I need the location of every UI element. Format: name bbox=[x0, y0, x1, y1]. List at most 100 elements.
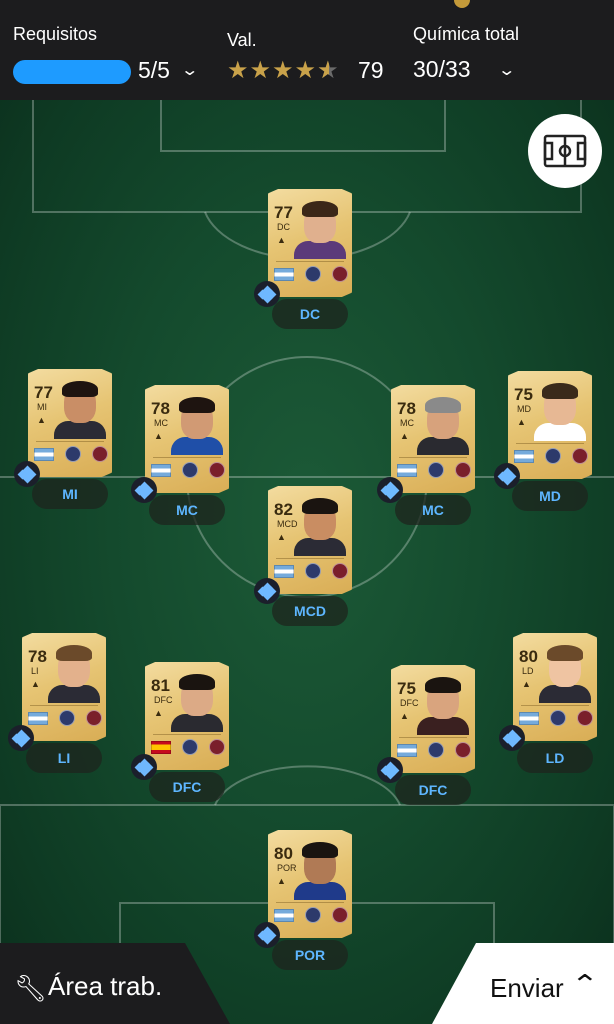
player-shirt bbox=[534, 423, 586, 441]
position-label[interactable]: MC bbox=[395, 495, 471, 525]
card-icons bbox=[274, 906, 348, 924]
player-card[interactable]: 75 DFC ▲ bbox=[391, 665, 475, 773]
player-card[interactable]: 82 MCD ▲ bbox=[268, 486, 352, 594]
club-badge-icon bbox=[209, 739, 225, 755]
position-label[interactable]: LD bbox=[517, 743, 593, 773]
rating-value: 79 bbox=[358, 57, 384, 83]
card-divider bbox=[30, 705, 98, 706]
nation-flag-icon bbox=[274, 267, 294, 281]
player-rating: 80 bbox=[274, 844, 293, 863]
nation-flag-icon bbox=[274, 564, 294, 578]
wrench-icon: 🔧︎ bbox=[14, 973, 48, 1003]
chemistry-value[interactable]: 30/33 bbox=[413, 56, 471, 83]
player-card[interactable]: 78 MC ▲ bbox=[145, 385, 229, 493]
player-hair bbox=[425, 677, 461, 693]
requirements-value[interactable]: 5/5 bbox=[138, 57, 170, 84]
boot-icon: ▲ bbox=[517, 417, 526, 427]
league-badge-icon bbox=[428, 462, 444, 478]
nation-flag-icon bbox=[151, 463, 171, 477]
position-label[interactable]: MCD bbox=[272, 596, 348, 626]
player-card[interactable]: 78 LI ▲ bbox=[22, 633, 106, 741]
league-badge-icon bbox=[550, 710, 566, 726]
position-label[interactable]: MI bbox=[32, 479, 108, 509]
player-photo bbox=[294, 842, 346, 900]
player-hair bbox=[547, 645, 583, 661]
boot-icon: ▲ bbox=[31, 679, 40, 689]
player-card[interactable]: 80 POR ▲ bbox=[268, 830, 352, 938]
player-rating: 80 bbox=[519, 647, 538, 666]
card-divider bbox=[399, 737, 467, 738]
position-label[interactable]: DC bbox=[272, 299, 348, 329]
player-photo bbox=[417, 677, 469, 735]
player-card[interactable]: 77 DC ▲ bbox=[268, 189, 352, 297]
player-card[interactable]: 77 MI ▲ bbox=[28, 369, 112, 477]
club-badge-icon bbox=[572, 448, 588, 464]
rating-stars: ★★★★★ bbox=[227, 56, 340, 85]
position-label[interactable]: DFC bbox=[395, 775, 471, 805]
player-photo bbox=[171, 674, 223, 732]
club-badge-icon bbox=[455, 742, 471, 758]
player-shirt bbox=[294, 882, 346, 900]
player-hair bbox=[302, 842, 338, 858]
player-hair bbox=[56, 645, 92, 661]
card-divider bbox=[276, 902, 344, 903]
send-label: Enviar bbox=[490, 973, 564, 1003]
player-position-card: LD bbox=[522, 666, 534, 676]
league-badge-icon bbox=[59, 710, 75, 726]
position-label[interactable]: MC bbox=[149, 495, 225, 525]
player-card[interactable]: 81 DFC ▲ bbox=[145, 662, 229, 770]
player-rating: 75 bbox=[397, 679, 416, 698]
player-hair bbox=[425, 397, 461, 413]
card-icons bbox=[34, 445, 108, 463]
card-divider bbox=[276, 558, 344, 559]
card-icons bbox=[514, 447, 588, 465]
formation-button[interactable] bbox=[528, 114, 602, 188]
player-position-card: MD bbox=[517, 404, 531, 414]
player-rating: 82 bbox=[274, 500, 293, 519]
position-label[interactable]: MD bbox=[512, 481, 588, 511]
card-divider bbox=[153, 734, 221, 735]
star-half-icon: ★ bbox=[317, 56, 340, 85]
chevron-down-icon[interactable]: ⌄ bbox=[497, 60, 516, 80]
club-badge-icon bbox=[455, 462, 471, 478]
position-label[interactable]: POR bbox=[272, 940, 348, 970]
formation-icon bbox=[543, 134, 587, 168]
player-shirt bbox=[417, 717, 469, 735]
player-position-card: LI bbox=[31, 666, 39, 676]
chevron-down-icon[interactable]: ⌄ bbox=[180, 60, 199, 80]
position-label[interactable]: DFC bbox=[149, 772, 225, 802]
player-hair bbox=[62, 381, 98, 397]
requirements-progress-bar[interactable] bbox=[13, 60, 131, 84]
player-hair bbox=[302, 201, 338, 217]
club-badge-icon bbox=[577, 710, 593, 726]
player-photo bbox=[54, 381, 106, 439]
club-badge-icon bbox=[209, 462, 225, 478]
player-shirt bbox=[54, 421, 106, 439]
player-position-card: MC bbox=[400, 418, 414, 428]
player-card[interactable]: 75 MD ▲ bbox=[508, 371, 592, 479]
club-badge-icon bbox=[86, 710, 102, 726]
player-rating: 77 bbox=[274, 203, 293, 222]
player-card[interactable]: 78 MC ▲ bbox=[391, 385, 475, 493]
nation-flag-icon bbox=[28, 711, 48, 725]
boot-icon: ▲ bbox=[277, 532, 286, 542]
boot-icon: ▲ bbox=[277, 876, 286, 886]
position-label[interactable]: LI bbox=[26, 743, 102, 773]
star-icon: ★ bbox=[294, 57, 318, 84]
player-rating: 78 bbox=[28, 647, 47, 666]
player-rating: 77 bbox=[34, 383, 53, 402]
card-icons bbox=[151, 738, 225, 756]
card-icons bbox=[274, 562, 348, 580]
player-card[interactable]: 80 LD ▲ bbox=[513, 633, 597, 741]
player-rating: 78 bbox=[397, 399, 416, 418]
player-rating: 78 bbox=[151, 399, 170, 418]
player-shirt bbox=[294, 538, 346, 556]
player-position-card: DFC bbox=[400, 698, 419, 708]
league-badge-icon bbox=[305, 266, 321, 282]
player-hair bbox=[302, 498, 338, 514]
nation-flag-icon bbox=[397, 463, 417, 477]
card-divider bbox=[399, 457, 467, 458]
player-shirt bbox=[171, 437, 223, 455]
player-rating: 81 bbox=[151, 676, 170, 695]
player-shirt bbox=[294, 241, 346, 259]
